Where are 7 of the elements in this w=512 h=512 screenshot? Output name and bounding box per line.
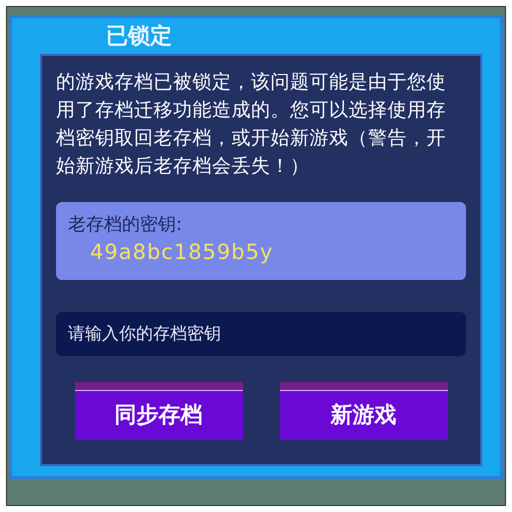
key-label: 老存档的密钥: [68, 213, 184, 236]
key-input-field[interactable]: 请输入你的存档密钥 [56, 312, 466, 356]
new-game-button[interactable]: 新游戏 [280, 382, 448, 440]
key-value: 49a8bc1859b5y [90, 240, 274, 264]
dialog-title: 已锁定 [105, 22, 173, 51]
sync-save-button[interactable]: 同步存档 [74, 382, 242, 440]
message-text: 的游戏存档已被锁定，该问题可能是由于您使用了存档迁移功能造成的。您可以选择使用存档密钥取回老存档，或开始新游戏（警告，开始新游戏后老存档会丢失！） [56, 70, 447, 179]
